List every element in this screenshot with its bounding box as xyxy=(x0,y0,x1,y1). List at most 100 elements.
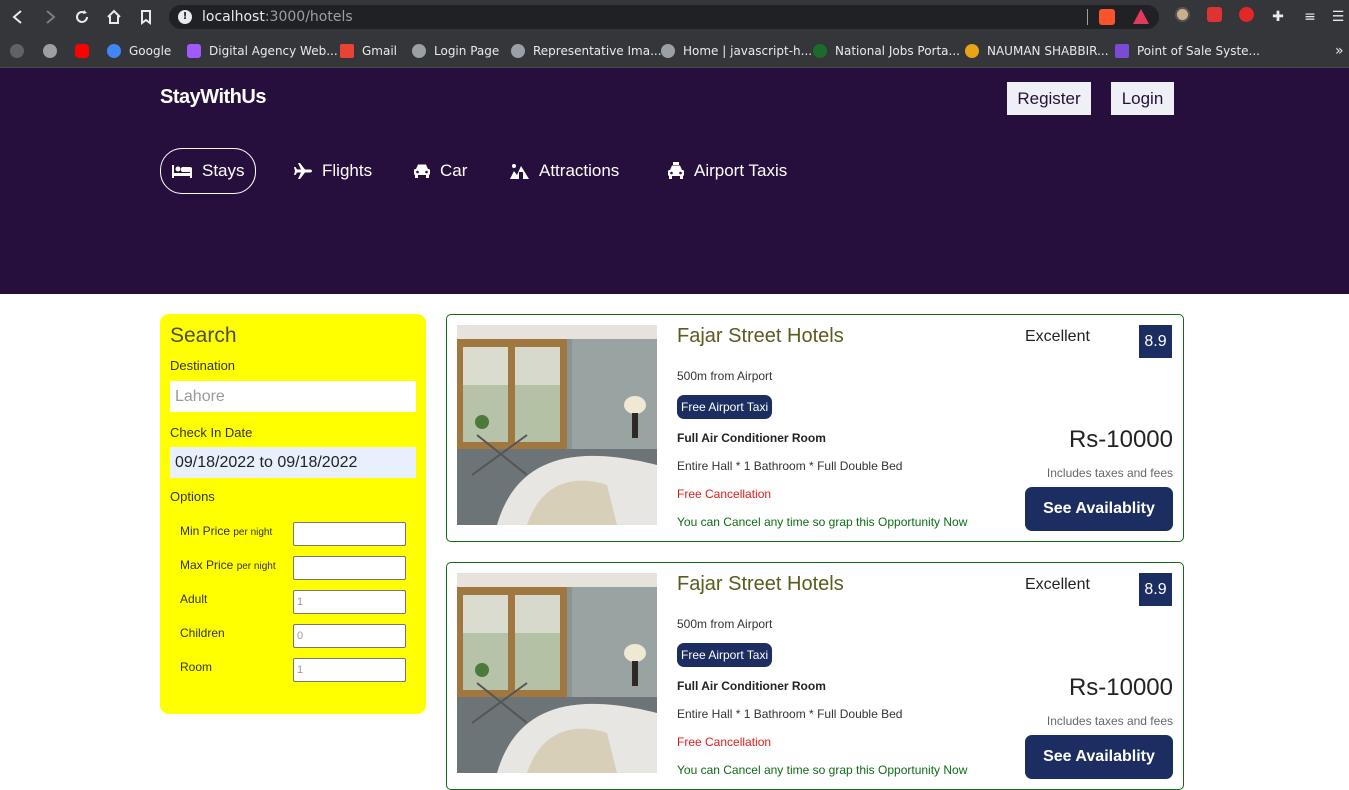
nav-label: Car xyxy=(440,161,468,180)
plane-icon xyxy=(294,163,312,179)
room-type: Full Air Conditioner Room xyxy=(677,431,826,445)
nav-airport-taxis[interactable]: Airport Taxis xyxy=(667,148,787,194)
search-panel: Search Destination Lahore Check In Date … xyxy=(160,314,426,714)
bookmark-nauman[interactable]: NAUMAN SHABBIR... xyxy=(965,42,1109,60)
bookmark-home-javascript[interactable]: Home | javascript-h... xyxy=(661,42,812,60)
media-control-icon[interactable]: ≡ xyxy=(1300,7,1320,27)
info-icon[interactable]: ! xyxy=(178,10,192,24)
max-price-label: Max Price per night xyxy=(180,558,276,572)
adult-input[interactable]: 1 xyxy=(293,590,406,614)
nav-stays[interactable]: Stays xyxy=(160,148,256,194)
bookmark-label: Digital Agency Web... xyxy=(209,44,338,58)
children-input[interactable]: 0 xyxy=(293,624,406,648)
hotel-distance: 500m from Airport xyxy=(677,369,773,383)
option-name: Adult xyxy=(180,592,208,606)
brave-rewards-icon[interactable] xyxy=(1133,9,1149,24)
taxi-icon xyxy=(668,162,684,179)
bee-icon xyxy=(965,44,979,58)
brave-shield-icon[interactable] xyxy=(1099,9,1115,25)
cancellation-subtext: You can Cancel any time so grap this Opp… xyxy=(677,515,968,529)
bookmark-login[interactable]: Login Page xyxy=(412,42,499,60)
extensions-puzzle-icon[interactable]: ✚ xyxy=(1268,7,1288,27)
bookmark-youtube[interactable] xyxy=(75,42,97,60)
max-price-input[interactable] xyxy=(293,556,406,580)
taxi-badge: Free Airport Taxi xyxy=(677,395,773,419)
globe-icon xyxy=(661,44,675,58)
extension-face-icon[interactable] xyxy=(1172,7,1192,27)
bookmark-item[interactable] xyxy=(10,42,32,60)
figma-icon xyxy=(187,44,201,58)
price: Rs-10000 xyxy=(1068,426,1173,453)
nav-flights[interactable]: Flights xyxy=(293,148,372,194)
bookmark-gmail[interactable]: Gmail xyxy=(340,42,397,60)
room-input[interactable]: 1 xyxy=(293,658,406,682)
site-logo[interactable]: StayWithUs xyxy=(160,86,266,109)
url-path: :3000/hotels xyxy=(264,9,353,25)
youtube-icon xyxy=(75,44,89,58)
bookmark-label: Representative Ima... xyxy=(533,44,662,58)
gmail-icon xyxy=(340,44,354,58)
hotel-card: Fajar Street Hotels 500m from Airport Fr… xyxy=(446,314,1184,542)
extension-hand-icon[interactable] xyxy=(1236,7,1256,27)
option-suffix: per night xyxy=(233,527,273,538)
bookmark-item[interactable] xyxy=(43,42,65,60)
checkin-date-input[interactable]: 09/18/2022 to 09/18/2022 xyxy=(170,447,416,478)
site-header: StayWithUs Register Login Stays Flights … xyxy=(0,68,1349,294)
nav-label: Airport Taxis xyxy=(694,161,788,180)
search-title: Search xyxy=(170,324,237,347)
bookmark-pos[interactable]: Point of Sale Syste... xyxy=(1115,42,1260,60)
options-label: Options xyxy=(170,489,215,504)
menu-icon[interactable]: ☰ xyxy=(1328,7,1348,27)
taxi-badge: Free Airport Taxi xyxy=(677,643,773,667)
globe-icon xyxy=(412,44,426,58)
cancellation-text: Free Cancellation xyxy=(677,735,772,749)
hotel-name[interactable]: Fajar Street Hotels xyxy=(677,573,844,596)
option-name: Max Price xyxy=(180,558,234,572)
see-availability-button[interactable]: See Availablity xyxy=(1025,735,1173,779)
bookmark-label: Point of Sale Syste... xyxy=(1137,44,1260,58)
rating-text: Excellent xyxy=(1025,328,1090,345)
car-icon xyxy=(414,164,430,178)
bookmark-national-jobs[interactable]: National Jobs Porta... xyxy=(813,42,960,60)
jobs-portal-icon xyxy=(813,44,827,58)
rating-text: Excellent xyxy=(1025,576,1090,593)
globe-icon xyxy=(43,44,57,58)
back-icon[interactable] xyxy=(8,7,28,27)
bookmark-representative[interactable]: Representative Ima... xyxy=(511,42,662,60)
bookmarks-overflow[interactable]: » xyxy=(1335,42,1344,60)
min-price-input[interactable] xyxy=(293,522,406,546)
see-availability-button[interactable]: See Availablity xyxy=(1025,487,1173,531)
nav-car[interactable]: Car xyxy=(413,148,467,194)
extension-red-icon[interactable] xyxy=(1204,7,1224,27)
nav-label: Attractions xyxy=(539,161,620,180)
cancellation-subtext: You can Cancel any time so grap this Opp… xyxy=(677,763,968,777)
option-name: Children xyxy=(180,626,225,640)
bookmark-label: Google xyxy=(129,44,172,58)
globe-icon xyxy=(511,44,525,58)
option-name: Min Price xyxy=(180,524,231,538)
bed-icon xyxy=(172,165,192,178)
forward-icon[interactable] xyxy=(40,7,60,27)
bookmark-icon[interactable] xyxy=(136,7,156,27)
bookmark-label: NAUMAN SHABBIR... xyxy=(987,44,1109,58)
bookmark-label: Login Page xyxy=(434,44,500,58)
hotel-photo xyxy=(457,573,657,773)
tax-note: Includes taxes and fees xyxy=(1046,466,1173,480)
bookmark-digital-agency[interactable]: Digital Agency Web... xyxy=(187,42,338,60)
home-icon[interactable] xyxy=(104,7,124,27)
register-button[interactable]: Register xyxy=(1007,82,1091,115)
code-icon xyxy=(1115,44,1129,58)
cancellation-text: Free Cancellation xyxy=(677,487,772,501)
rating-badge: 8.9 xyxy=(1139,325,1172,358)
bookmark-google[interactable]: Google xyxy=(107,42,171,60)
bookmark-label: Gmail xyxy=(362,44,398,58)
reload-icon[interactable] xyxy=(72,7,92,27)
login-button[interactable]: Login xyxy=(1111,82,1174,115)
hotel-card: Fajar Street Hotels 500m from Airport Fr… xyxy=(446,562,1184,790)
hotel-photo xyxy=(457,325,657,525)
hotel-name[interactable]: Fajar Street Hotels xyxy=(677,325,844,348)
destination-input[interactable]: Lahore xyxy=(170,381,416,412)
rating-badge: 8.9 xyxy=(1139,573,1172,606)
nav-attractions[interactable]: Attractions xyxy=(509,148,619,194)
address-bar[interactable]: ! localhost:3000/hotels xyxy=(169,5,1159,29)
